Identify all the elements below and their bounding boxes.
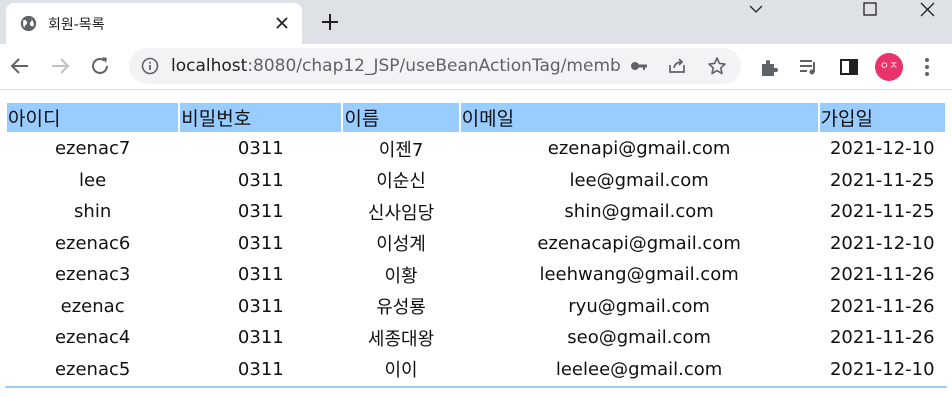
reload-icon[interactable] (88, 54, 112, 78)
header-id: 아이디 (7, 103, 179, 132)
cell-id: ezenac4 (54, 327, 131, 349)
side-panel-icon[interactable] (838, 56, 860, 78)
profile-avatar[interactable]: ㅇㅈ (875, 53, 903, 81)
cell-join-date: 2021-12-10 (829, 358, 935, 380)
back-arrow-icon[interactable] (8, 54, 32, 78)
table-row: shin 0311 신사임당 shin@gmail.com 2021-11-25 (7, 197, 945, 227)
cell-email: seo@gmail.com (567, 327, 711, 349)
cell-id: lee (79, 169, 107, 191)
url-path: :8080/chap12_JSP/useBeanActionTag/membe.… (247, 56, 621, 76)
cell-name: 이젠7 (378, 139, 424, 161)
cell-id: ezenac6 (54, 232, 131, 254)
cell-password: 0311 (237, 327, 284, 349)
cell-join-date: 2021-12-10 (829, 232, 935, 254)
url-host: localhost (171, 56, 248, 76)
cell-name: 이순신 (376, 171, 426, 193)
cell-id: ezenac3 (54, 264, 131, 286)
address-bar[interactable]: localhost:8080/chap12_JSP/useBeanActionT… (129, 48, 741, 84)
cell-email: ezenacapi@gmail.com (537, 232, 741, 254)
cell-email: shin@gmail.com (564, 201, 714, 223)
tab-active[interactable]: 회원-목록 (6, 3, 302, 44)
table-row: ezenac7 0311 이젠7 ezenapi@gmail.com 2021-… (7, 134, 945, 164)
cell-name: 이황 (384, 265, 418, 287)
cell-name: 이이 (384, 360, 418, 382)
header-password: 비밀번호 (180, 103, 342, 132)
cell-id: ezenac7 (54, 138, 131, 160)
cell-email: ryu@gmail.com (568, 295, 710, 317)
key-icon[interactable] (629, 56, 649, 76)
cell-password: 0311 (237, 232, 284, 254)
cell-id: shin (74, 201, 112, 223)
media-control-icon[interactable] (797, 56, 819, 78)
cell-join-date: 2021-12-10 (829, 138, 935, 160)
cell-join-date: 2021-11-25 (829, 169, 935, 191)
tab-strip: 회원-목록 (0, 0, 952, 44)
cell-password: 0311 (237, 295, 284, 317)
cell-name: 신사임당 (367, 202, 435, 224)
header-name: 이름 (343, 103, 459, 132)
cell-email: ezenapi@gmail.com (547, 138, 731, 160)
kebab-menu-icon[interactable] (922, 56, 932, 78)
cell-password: 0311 (237, 358, 284, 380)
cell-name: 유성룡 (376, 297, 426, 319)
new-tab-icon[interactable] (319, 11, 341, 33)
forward-arrow-icon[interactable] (48, 54, 72, 78)
cell-password: 0311 (237, 264, 284, 286)
cell-name: 세종대왕 (367, 328, 435, 350)
window-close-icon[interactable] (904, 0, 952, 22)
browser-toolbar: localhost:8080/chap12_JSP/useBeanActionT… (0, 44, 952, 90)
table-row: ezenac6 0311 이성계 ezenacapi@gmail.com 202… (7, 229, 945, 259)
cell-email: leehwang@gmail.com (539, 264, 739, 286)
cell-password: 0311 (237, 169, 284, 191)
globe-icon (20, 15, 37, 32)
table-row: ezenac 0311 유성룡 ryu@gmail.com 2021-11-26 (7, 292, 945, 322)
table-row: ezenac4 0311 세종대왕 seo@gmail.com 2021-11-… (7, 323, 945, 353)
cell-id: ezenac (60, 295, 125, 317)
cell-email: leelee@gmail.com (555, 358, 723, 380)
cell-name: 이성계 (376, 234, 426, 256)
tab-title: 회원-목록 (48, 17, 105, 33)
cell-join-date: 2021-11-25 (829, 201, 935, 223)
cell-join-date: 2021-11-26 (829, 327, 935, 349)
url-text[interactable]: localhost:8080/chap12_JSP/useBeanActionT… (171, 56, 621, 76)
page-content: 아이디 비밀번호 이름 이메일 가입일 ezenac7 0311 이젠7 eze… (0, 91, 952, 397)
share-icon[interactable] (667, 56, 687, 76)
header-email: 이메일 (460, 103, 818, 132)
close-icon[interactable] (274, 15, 290, 31)
table-header-row: 아이디 비밀번호 이름 이메일 가입일 (7, 103, 945, 132)
table-row: ezenac3 0311 이황 leehwang@gmail.com 2021-… (7, 260, 945, 290)
star-icon[interactable] (707, 56, 727, 76)
header-join-date: 가입일 (819, 103, 945, 132)
maximize-icon[interactable] (846, 0, 894, 22)
cell-password: 0311 (237, 138, 284, 160)
cell-email: lee@gmail.com (569, 169, 709, 191)
info-icon[interactable] (141, 57, 159, 75)
chevron-down-icon[interactable] (732, 0, 780, 22)
extensions-icon[interactable] (758, 56, 780, 78)
cell-join-date: 2021-11-26 (829, 295, 935, 317)
member-table: 아이디 비밀번호 이름 이메일 가입일 ezenac7 0311 이젠7 eze… (5, 101, 947, 388)
table-row: lee 0311 이순신 lee@gmail.com 2021-11-25 (7, 166, 945, 196)
cell-join-date: 2021-11-26 (829, 264, 935, 286)
table-row: ezenac5 0311 이이 leelee@gmail.com 2021-12… (7, 355, 945, 385)
cell-id: ezenac5 (54, 358, 131, 380)
cell-password: 0311 (237, 201, 284, 223)
